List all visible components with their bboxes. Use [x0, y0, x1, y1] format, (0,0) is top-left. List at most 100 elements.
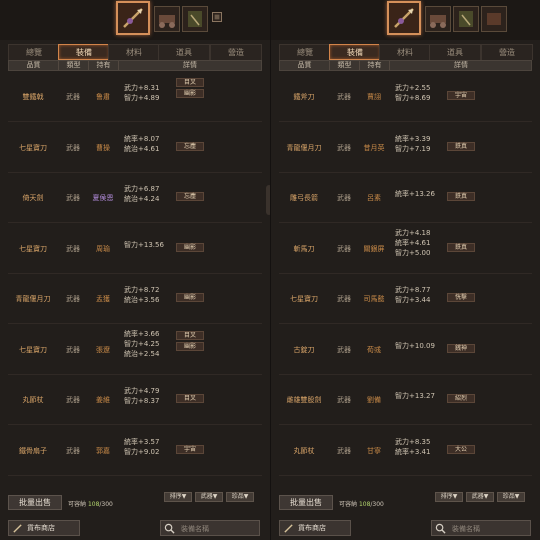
skill-tag-button[interactable]: 銭神 — [447, 343, 475, 353]
column-details: 詳情 — [454, 61, 468, 69]
stat-line: 武力+8.35 — [395, 437, 431, 446]
capacity-display: 可容納 108/300 — [339, 499, 384, 508]
item-slot-strip — [0, 0, 270, 40]
equipment-type: 武器 — [337, 396, 351, 404]
stat-line: 智力+7.19 — [395, 144, 431, 153]
capacity-count: 108 — [87, 501, 100, 508]
holder-name: 夏侯恩 — [92, 194, 114, 202]
equipment-type: 武器 — [66, 396, 80, 404]
spear-icon — [394, 8, 414, 28]
search-icon — [435, 523, 446, 534]
table-row[interactable]: 鐵斧刀 武器 賈詡 武力+2.55 智力+8.69 宇宙 — [279, 72, 532, 122]
skill-tag-button[interactable]: 幽影 — [176, 293, 204, 302]
tab-overview[interactable]: 總覽 — [8, 44, 60, 60]
shop-label: 貨布商店 — [27, 524, 55, 532]
bulk-sell-button[interactable]: 批量出售 — [8, 495, 62, 510]
item-slot-2[interactable] — [425, 6, 451, 32]
skill-tag-button[interactable]: 幽影 — [176, 89, 204, 98]
sort-dropdown[interactable]: 排序▼ — [435, 492, 463, 502]
table-row[interactable]: 鐵骨扇子 武器 郭嘉 統率+3.57 智力+9.02 宇宙 — [8, 425, 262, 476]
tab-construction[interactable]: 營造 — [210, 44, 262, 60]
tab-items[interactable]: 道具 — [429, 44, 481, 60]
equipment-name: 雌雄雙股劍 — [286, 396, 322, 404]
table-row[interactable]: 青龍偃月刀 武器 孟獲 武力+8.72 統治+3.56 幽影 — [8, 274, 262, 324]
tab-construction[interactable]: 營造 — [481, 44, 533, 60]
rarity-filter-dropdown[interactable]: 珍品▼ — [497, 492, 525, 502]
tab-materials[interactable]: 材料 — [379, 44, 431, 60]
shop-button[interactable]: 貨布商店 — [8, 520, 80, 536]
table-row[interactable]: 倚天劍 武器 夏侯恩 武力+6.87 統治+4.24 忘塵 — [8, 173, 262, 223]
equipped-slot[interactable] — [116, 1, 150, 35]
item-slot-3[interactable] — [182, 6, 208, 32]
equipped-slot[interactable] — [387, 1, 421, 35]
search-input[interactable] — [452, 523, 527, 534]
equipment-type: 武器 — [66, 194, 80, 202]
shop-button[interactable]: 貨布商店 — [279, 520, 351, 536]
spear-icon — [123, 8, 143, 28]
sort-dropdown[interactable]: 排序▼ — [164, 492, 192, 502]
skill-tag-button[interactable]: 鉄真 — [447, 141, 475, 151]
skill-tag-button[interactable]: 宇宙 — [447, 91, 475, 100]
table-row[interactable]: 七星寶刀 武器 張遼 統率+3.66 智力+4.25 統治+2.54 目叉 幽影 — [8, 324, 262, 375]
equipment-name: 斬馬刀 — [293, 244, 315, 253]
equipment-type: 武器 — [337, 93, 351, 101]
table-header: 品質 類型 持有 詳情 — [279, 60, 532, 71]
weapon-filter-dropdown[interactable]: 武器▼ — [466, 492, 494, 502]
tab-equipment[interactable]: 裝備 — [58, 44, 110, 60]
table-row[interactable]: 丸節杖 武器 甘寧 武力+8.35 統率+3.41 大公 — [279, 425, 532, 476]
holder-name: 孟獲 — [96, 295, 110, 303]
tab-equipment[interactable]: 裝備 — [329, 44, 381, 60]
search-box[interactable] — [431, 520, 531, 536]
search-input[interactable] — [181, 523, 256, 534]
tab-materials[interactable]: 材料 — [108, 44, 160, 60]
capacity-total: /300 — [370, 501, 384, 508]
book-icon — [459, 11, 473, 27]
tab-items[interactable]: 道具 — [158, 44, 210, 60]
equipment-name: 倚天劍 — [22, 194, 44, 202]
table-row[interactable]: 雕弓長箭 武器 呂素 統率+13.26 鉄真 — [279, 173, 532, 223]
table-row[interactable]: 青龍偃月刀 武器 昔月英 統率+3.39 智力+7.19 鉄真 — [279, 122, 532, 173]
column-type[interactable]: 類型 — [330, 61, 360, 70]
item-slot-4[interactable] — [481, 6, 507, 32]
bulk-sell-button[interactable]: 批量出售 — [279, 495, 333, 510]
skill-tag-button[interactable]: 宇宙 — [176, 444, 204, 454]
column-type[interactable]: 類型 — [59, 61, 89, 70]
rarity-filter-dropdown[interactable]: 珍品▼ — [226, 492, 254, 502]
item-slot-2[interactable] — [154, 6, 180, 32]
skill-tag-button[interactable]: 目叉 — [176, 78, 204, 87]
column-quality[interactable]: 品質 — [280, 61, 330, 70]
table-header: 品質 類型 持有 詳情 — [8, 60, 262, 71]
table-row[interactable]: 雌雄雙股劍 武器 劉備 智力+13.27 紹烈 — [279, 375, 532, 425]
table-row[interactable]: 丸節杖 武器 姜維 武力+4.79 智力+8.37 目叉 — [8, 375, 262, 425]
column-details: 詳情 — [183, 61, 197, 69]
skill-tag-button[interactable]: 鉄真 — [447, 192, 475, 201]
stat-list: 智力+10.09 — [395, 341, 435, 351]
skill-tag-button[interactable]: 大公 — [447, 444, 475, 454]
skill-tag-button[interactable]: 鉄真 — [447, 242, 475, 252]
table-row[interactable]: 七星寶刀 武器 曹操 統率+8.07 統治+4.61 忘塵 — [8, 122, 262, 173]
skill-tag-button[interactable]: 幽影 — [176, 242, 204, 252]
table-row[interactable]: 古錠刀 武器 荀彧 智力+10.09 銭神 — [279, 324, 532, 375]
skill-tag-button[interactable]: 目叉 — [176, 330, 204, 340]
inventory-panel-left: 總覽 裝備 材料 道具 營造 品質 類型 持有 詳情 雙鐵戟 武器 鲁肅 武力+8.3… — [0, 0, 272, 540]
skill-tag-button[interactable]: 紹烈 — [447, 394, 475, 403]
column-holder[interactable]: 持有 — [89, 61, 119, 70]
weapon-filter-dropdown[interactable]: 武器▼ — [195, 492, 223, 502]
table-row[interactable]: 斬馬刀 武器 關銀屏 武力+4.18 統率+4.61 智力+5.00 鉄真 — [279, 223, 532, 274]
column-holder[interactable]: 持有 — [360, 61, 390, 70]
table-row[interactable]: 七星寶刀 武器 周瑜 智力+13.56 幽影 — [8, 223, 262, 274]
skill-tag-button[interactable]: 忘塵 — [176, 192, 204, 201]
tab-overview[interactable]: 總覽 — [279, 44, 331, 60]
search-box[interactable] — [160, 520, 260, 536]
skill-tag-button[interactable]: 目叉 — [176, 394, 204, 403]
small-square-icon — [214, 14, 220, 20]
table-row[interactable]: 七星寶刀 武器 司馬懿 武力+8.77 智力+3.44 恍擊 — [279, 274, 532, 324]
table-row[interactable]: 雙鐵戟 武器 鲁肅 武力+8.31 智力+4.89 目叉 幽影 — [8, 72, 262, 122]
item-slot-3[interactable] — [453, 6, 479, 32]
item-slot-4[interactable] — [212, 12, 222, 22]
column-quality[interactable]: 品質 — [9, 61, 59, 70]
skill-tag-button[interactable]: 幽影 — [176, 341, 204, 351]
skill-tag-button[interactable]: 忘塵 — [176, 141, 204, 151]
skill-tag-button[interactable]: 恍擊 — [447, 293, 475, 302]
equipment-name: 古錠刀 — [293, 345, 315, 354]
